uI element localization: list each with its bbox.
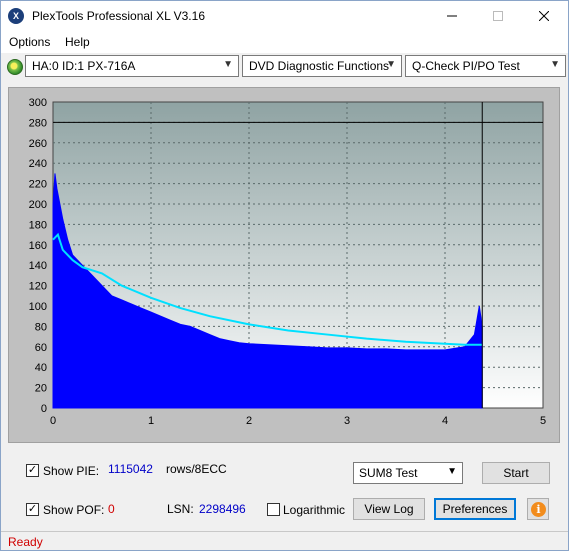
y-tick-label: 40 xyxy=(35,362,47,374)
y-tick-label: 240 xyxy=(29,158,47,170)
menu-options[interactable]: Options xyxy=(9,35,50,49)
preferences-button[interactable]: Preferences xyxy=(434,498,516,520)
y-tick-label: 300 xyxy=(29,97,47,109)
disc-drive-icon xyxy=(7,59,23,75)
y-tick-label: 260 xyxy=(29,138,47,150)
lsn-value: 2298496 xyxy=(199,502,246,516)
show-pof-checkbox[interactable]: ✓ xyxy=(26,503,39,516)
chevron-down-icon: ▼ xyxy=(386,59,396,70)
function-select[interactable]: DVD Diagnostic Functions ▼ xyxy=(242,55,402,77)
chevron-down-icon: ▼ xyxy=(223,59,233,70)
y-tick-label: 0 xyxy=(41,403,47,415)
sum-test-value: SUM8 Test xyxy=(359,466,418,480)
sum-test-select[interactable]: SUM8 Test ▼ xyxy=(353,462,463,484)
pof-value: 0 xyxy=(108,502,115,516)
close-icon xyxy=(539,11,549,21)
y-tick-label: 20 xyxy=(35,383,47,395)
y-tick-label: 100 xyxy=(29,301,47,313)
y-tick-label: 280 xyxy=(29,117,47,129)
window-title: PlexTools Professional XL V3.16 xyxy=(32,9,205,23)
y-tick-label: 180 xyxy=(29,219,47,231)
logarithmic-label: Logarithmic xyxy=(283,503,346,517)
y-tick-label: 140 xyxy=(29,260,47,272)
y-tick-label: 60 xyxy=(35,342,47,354)
pi-po-chart: 0204060801001201401601802002202402602803… xyxy=(29,97,546,427)
status-bar: Ready xyxy=(1,531,568,550)
plextools-logo-icon: X xyxy=(8,8,24,24)
x-tick-label: 1 xyxy=(148,415,154,427)
y-tick-label: 120 xyxy=(29,281,47,293)
close-button[interactable] xyxy=(521,1,567,31)
drive-select[interactable]: HA:0 ID:1 PX-716A ▼ xyxy=(25,55,239,77)
start-button[interactable]: Start xyxy=(482,462,550,484)
y-tick-label: 220 xyxy=(29,179,47,191)
test-select-value: Q-Check PI/PO Test xyxy=(412,59,520,73)
logarithmic-checkbox[interactable] xyxy=(267,503,280,516)
pie-units: rows/8ECC xyxy=(166,462,227,476)
y-tick-label: 200 xyxy=(29,199,47,211)
show-pie-label: Show PIE: xyxy=(43,464,100,478)
toolbar: HA:0 ID:1 PX-716A ▼ DVD Diagnostic Funct… xyxy=(1,53,568,81)
show-pie-checkbox[interactable]: ✓ xyxy=(26,464,39,477)
chevron-down-icon: ▼ xyxy=(447,466,457,477)
info-icon: i xyxy=(531,502,546,517)
x-tick-label: 4 xyxy=(442,415,448,427)
maximize-button[interactable] xyxy=(475,1,521,31)
x-tick-label: 2 xyxy=(246,415,252,427)
test-select[interactable]: Q-Check PI/PO Test ▼ xyxy=(405,55,566,77)
menu-help[interactable]: Help xyxy=(65,35,90,49)
minimize-button[interactable] xyxy=(429,1,475,31)
y-tick-label: 160 xyxy=(29,240,47,252)
x-tick-label: 5 xyxy=(540,415,546,427)
y-tick-label: 80 xyxy=(35,321,47,333)
view-log-button[interactable]: View Log xyxy=(353,498,425,520)
function-select-value: DVD Diagnostic Functions xyxy=(249,59,390,73)
pie-value: 1115042 xyxy=(108,462,153,476)
chart-panel: 0 20 40 60 80 100 120 140 160 180 200 220 240 260 280 3… xyxy=(8,87,560,443)
x-tick-label: 3 xyxy=(344,415,350,427)
chevron-down-icon: ▼ xyxy=(550,59,560,70)
minimize-icon xyxy=(447,15,457,17)
app-window: X PlexTools Professional XL V3.16 Option… xyxy=(0,0,569,551)
drive-select-value: HA:0 ID:1 PX-716A xyxy=(32,59,136,73)
lsn-label: LSN: xyxy=(167,502,194,516)
controls-panel: ✓ Show PIE: 1115042 rows/8ECC SUM8 Test … xyxy=(17,452,557,524)
x-tick-label: 0 xyxy=(50,415,56,427)
maximize-icon xyxy=(493,11,503,21)
show-pof-label: Show POF: xyxy=(43,503,105,517)
status-text: Ready xyxy=(8,535,43,549)
menu-bar: Options Help xyxy=(1,31,568,53)
title-bar: X PlexTools Professional XL V3.16 xyxy=(1,1,568,31)
info-button[interactable]: i xyxy=(527,498,549,520)
